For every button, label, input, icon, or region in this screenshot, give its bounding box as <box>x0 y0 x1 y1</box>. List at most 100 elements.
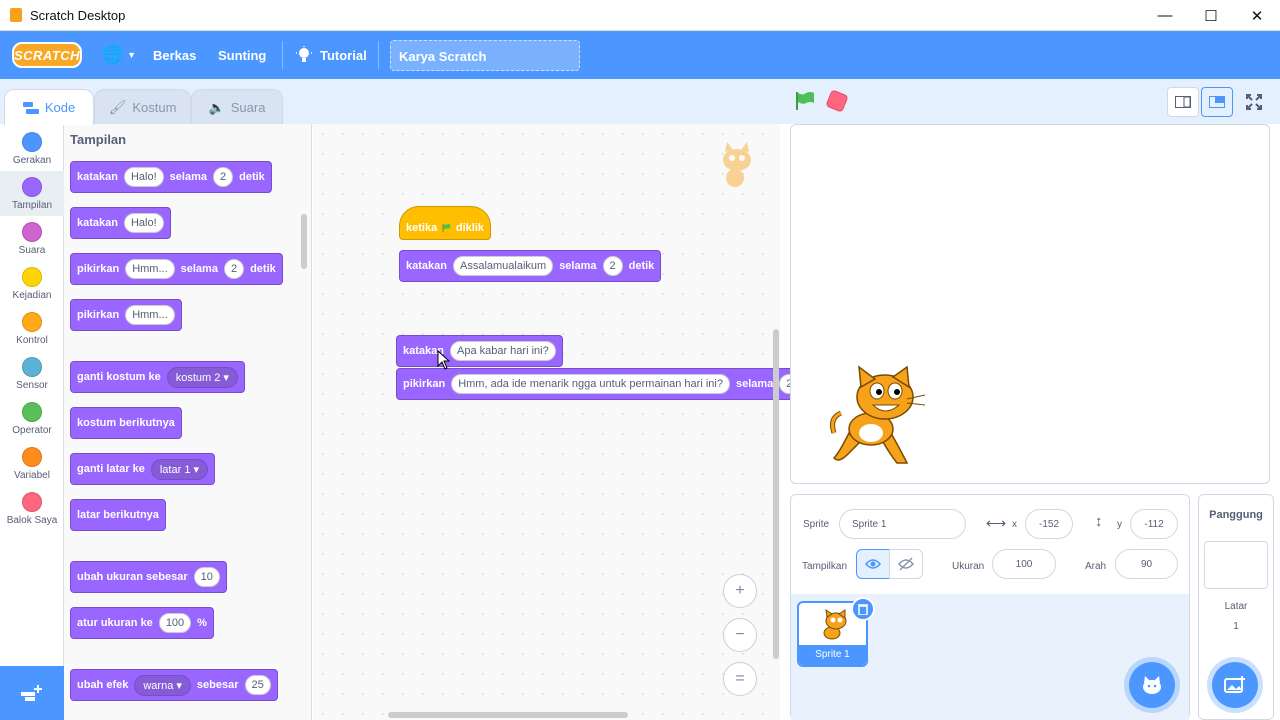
direction-label: Arah <box>1085 561 1107 572</box>
category-label: Variabel <box>14 470 50 481</box>
fullscreen-button[interactable] <box>1238 87 1270 117</box>
size-input[interactable]: 100 <box>992 549 1056 579</box>
fullscreen-icon <box>1246 94 1262 110</box>
block-input[interactable]: 2 <box>602 256 623 276</box>
category-dot <box>22 222 42 242</box>
zoom-out-button[interactable]: − <box>723 618 757 652</box>
workspace-vertical-scrollbar[interactable] <box>773 329 779 659</box>
think-for-secs-block[interactable]: pikirkan Hmm, ada ide menarik ngga untuk … <box>396 368 839 400</box>
caret-down-icon: ▼ <box>127 50 137 60</box>
category-label: Balok Saya <box>6 515 58 526</box>
block-input[interactable]: Assalamualaikum <box>452 256 554 276</box>
category-looks[interactable]: Tampilan <box>0 171 64 216</box>
show-sprite-button[interactable] <box>856 549 890 579</box>
block-switch-backdrop[interactable]: ganti latar ke latar 1 ▾ <box>70 453 216 485</box>
category-dot <box>22 267 42 287</box>
delete-sprite-button[interactable] <box>851 597 875 621</box>
category-my-blocks[interactable]: Balok Saya <box>0 486 64 531</box>
direction-input[interactable]: 90 <box>1115 549 1178 579</box>
block-text: katakan <box>77 217 118 229</box>
small-stage-button[interactable] <box>1167 87 1199 117</box>
project-title-input[interactable]: Karya Scratch <box>390 40 580 71</box>
block-input[interactable]: 100 <box>158 613 192 633</box>
add-sprite-button[interactable] <box>1129 662 1175 708</box>
cat-sprite[interactable] <box>829 363 929 471</box>
sprite-watermark-icon <box>723 142 751 187</box>
file-menu[interactable]: Berkas <box>153 31 196 79</box>
workspace-horizontal-scrollbar[interactable] <box>388 712 628 718</box>
block-text: pikirkan <box>77 263 120 275</box>
tab-sound[interactable]: 🔈 Suara <box>191 89 283 125</box>
say-block[interactable]: katakan Apa kabar hari ini? <box>396 335 563 367</box>
category-sensing[interactable]: Sensor <box>0 351 64 396</box>
add-extension-button[interactable] <box>0 666 64 720</box>
category-control[interactable]: Kontrol <box>0 306 64 351</box>
block-text: diklik <box>455 222 484 234</box>
tab-code[interactable]: Kode <box>4 89 94 125</box>
backdrops-count: 1 <box>1233 621 1239 632</box>
block-say-for-secs[interactable]: katakan Halo! selama 2 detik <box>70 161 272 193</box>
edit-menu[interactable]: Sunting <box>218 31 266 79</box>
x-position-input[interactable]: -152 <box>1025 509 1073 539</box>
block-input[interactable]: 2 <box>212 167 234 187</box>
block-change-effect[interactable]: ubah efek warna ▾ sebesar 25 <box>70 669 278 701</box>
block-next-backdrop[interactable]: latar berikutnya <box>70 499 166 531</box>
block-dropdown[interactable]: latar 1 ▾ <box>150 458 209 480</box>
normal-stage-button[interactable] <box>1201 87 1233 117</box>
block-text: selama <box>735 378 774 390</box>
stage-thumbnail[interactable] <box>1204 541 1268 589</box>
tab-costume[interactable]: 🖌 Kostum <box>94 89 191 125</box>
block-input[interactable]: 2 <box>223 259 245 279</box>
block-next-costume[interactable]: kostum berikutnya <box>70 407 182 439</box>
palette-scrollbar[interactable] <box>301 214 307 269</box>
menu-divider <box>282 41 283 69</box>
block-say[interactable]: katakan Halo! <box>70 207 171 239</box>
block-switch-costume[interactable]: ganti kostum ke kostum 2 ▾ <box>70 361 245 393</box>
block-input[interactable]: Hmm, ada ide menarik ngga untuk permaina… <box>451 374 730 394</box>
block-input[interactable]: 25 <box>244 675 271 695</box>
zoom-in-button[interactable]: + <box>723 574 757 608</box>
minimize-button[interactable]: — <box>1142 0 1188 31</box>
green-flag-button[interactable] <box>795 92 815 110</box>
category-dot <box>22 132 42 152</box>
scratch-logo[interactable]: SCRATCH <box>12 42 82 68</box>
language-menu[interactable]: 🌐 ▼ <box>102 31 136 79</box>
block-set-size[interactable]: atur ukuran ke 100% <box>70 607 214 639</box>
close-button[interactable]: ✕ <box>1234 0 1280 31</box>
stage-canvas[interactable] <box>790 124 1270 484</box>
add-backdrop-button[interactable] <box>1212 662 1258 708</box>
category-sound[interactable]: Suara <box>0 216 64 261</box>
when-flag-clicked-block[interactable]: ketika diklik <box>399 206 491 240</box>
sprite-name-input[interactable]: Sprite 1 <box>839 509 966 539</box>
eye-slash-icon <box>898 557 914 571</box>
block-text: ganti kostum ke <box>77 371 161 383</box>
block-input[interactable]: Halo! <box>123 213 164 233</box>
hide-sprite-button[interactable] <box>889 549 923 579</box>
y-position-input[interactable]: -112 <box>1130 509 1178 539</box>
block-dropdown[interactable]: kostum 2 ▾ <box>166 366 238 388</box>
block-text: selama <box>559 260 597 272</box>
block-input[interactable]: 10 <box>193 567 220 587</box>
tab-code-label: Kode <box>44 100 76 115</box>
block-input[interactable]: Apa kabar hari ini? <box>449 341 556 361</box>
tutorial-button[interactable]: Tutorial <box>296 31 367 79</box>
category-events[interactable]: Kejadian <box>0 261 64 306</box>
category-motion[interactable]: Gerakan <box>0 126 64 171</box>
category-variables[interactable]: Variabel <box>0 441 64 486</box>
zoom-reset-button[interactable]: = <box>723 662 757 696</box>
block-text: detik <box>628 260 655 272</box>
block-think-for-secs[interactable]: pikirkan Hmm... selama 2 detik <box>70 253 283 285</box>
category-operators[interactable]: Operator <box>0 396 64 441</box>
block-input[interactable]: Hmm... <box>125 259 175 279</box>
size-label: Ukuran <box>952 561 985 572</box>
block-dropdown[interactable]: warna ▾ <box>134 674 191 696</box>
normal-stage-icon <box>1209 96 1225 108</box>
block-text: katakan <box>77 171 118 183</box>
say-for-secs-block[interactable]: katakan Assalamualaikum selama 2 detik <box>399 250 662 282</box>
maximize-button[interactable]: ☐ <box>1188 0 1234 31</box>
block-change-size[interactable]: ubah ukuran sebesar 10 <box>70 561 227 593</box>
script-workspace[interactable]: ketika diklik katakan Assalamualaikum sela… <box>313 124 839 720</box>
block-input[interactable]: Hmm... <box>125 305 175 325</box>
block-think[interactable]: pikirkan Hmm... <box>70 299 182 331</box>
block-input[interactable]: Halo! <box>123 167 164 187</box>
